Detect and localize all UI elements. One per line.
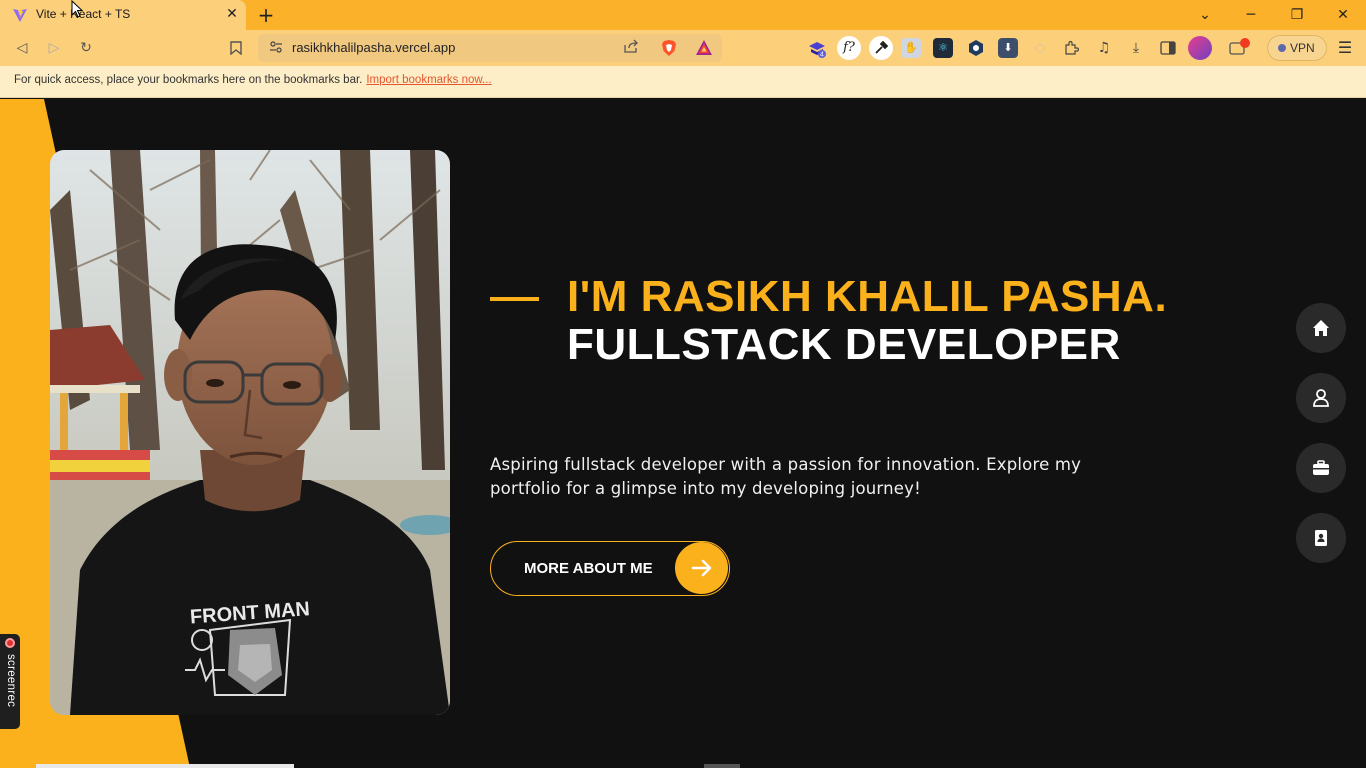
music-icon[interactable]: ♫	[1094, 38, 1114, 58]
vpn-label: VPN	[1290, 41, 1315, 55]
color-picker-icon[interactable]	[869, 36, 893, 60]
downloads-icon[interactable]: ⤓	[1126, 38, 1146, 58]
font-finder-icon[interactable]: f?	[837, 36, 861, 60]
extension-hexagon-icon[interactable]	[966, 38, 986, 58]
screenrec-label: screenrec	[5, 654, 17, 708]
profile-photo-illustration: FRONT MAN	[50, 150, 450, 715]
brave-rewards-icon[interactable]	[695, 39, 713, 57]
import-bookmarks-link[interactable]: Import bookmarks now...	[366, 74, 491, 86]
home-icon	[1313, 320, 1329, 336]
extension-stack-icon[interactable]: 4	[807, 38, 827, 59]
browser-toolbar: ◁ ▷ ↻ rasikhkhalilpasha.vercel.app 4 f? …	[0, 30, 1366, 66]
screenrec-widget[interactable]: screenrec	[0, 634, 20, 729]
extension-loader-icon[interactable]: ◌	[1030, 38, 1050, 58]
extension-badge-count: 4	[820, 52, 824, 59]
back-icon[interactable]: ◁	[11, 37, 33, 59]
arrow-right-icon	[675, 542, 728, 594]
share-icon[interactable]	[622, 39, 640, 57]
tab-bar: Vite + React + TS ✕ + ⌄ ─ ❐ ✕	[0, 0, 1366, 30]
hero-greeting: I'M RASIKH KHALIL PASHA.	[567, 272, 1168, 321]
extension-hand-icon[interactable]: ✋	[901, 38, 921, 58]
cta-label: MORE ABOUT ME	[524, 560, 653, 577]
bookmarks-hint: For quick access, place your bookmarks h…	[14, 74, 492, 86]
forward-icon[interactable]: ▷	[43, 37, 65, 59]
extensions-puzzle-icon[interactable]	[1061, 38, 1081, 58]
bookmark-icon[interactable]	[225, 37, 247, 59]
address-bar[interactable]: rasikhkhalilpasha.vercel.app	[258, 34, 722, 62]
side-nav-home[interactable]	[1296, 303, 1346, 353]
bookmarks-message: For quick access, place your bookmarks h…	[14, 74, 363, 86]
side-nav-portfolio[interactable]	[1296, 443, 1346, 493]
side-nav-about[interactable]	[1296, 373, 1346, 423]
wallet-notification-icon[interactable]	[1229, 38, 1250, 58]
browser-tab[interactable]: Vite + React + TS ✕	[0, 0, 246, 30]
side-nav-contact[interactable]	[1296, 513, 1346, 563]
briefcase-icon	[1313, 460, 1329, 475]
profile-avatar-icon[interactable]	[1188, 36, 1212, 60]
url-text: rasikhkhalilpasha.vercel.app	[292, 40, 456, 55]
record-icon	[5, 638, 15, 648]
site-settings-icon[interactable]	[268, 40, 284, 56]
close-window-icon[interactable]: ✕	[1331, 4, 1355, 26]
restore-icon[interactable]: ❐	[1285, 4, 1309, 26]
minimize-icon[interactable]: ─	[1239, 4, 1263, 26]
hero-description: Aspiring fullstack developer with a pass…	[490, 455, 1082, 498]
vite-favicon-icon	[13, 8, 27, 22]
contact-icon	[1315, 530, 1327, 546]
tab-title: Vite + React + TS	[36, 7, 131, 21]
tab-close-icon[interactable]: ✕	[224, 6, 240, 22]
tab-search-chevron-icon[interactable]: ⌄	[1193, 4, 1217, 26]
bookmarks-bar: For quick access, place your bookmarks h…	[0, 66, 1366, 98]
vpn-status-icon	[1278, 44, 1286, 52]
profile-photo: FRONT MAN	[50, 150, 450, 715]
new-tab-button[interactable]: +	[256, 4, 276, 26]
portfolio-page: FRONT MAN I'M RASIKH KHALIL PASHA. FULLS…	[0, 99, 1366, 768]
react-devtools-icon[interactable]: ⚛	[933, 38, 953, 58]
reload-icon[interactable]: ↻	[75, 37, 97, 59]
brave-shields-icon[interactable]	[661, 39, 677, 57]
more-about-me-button[interactable]: MORE ABOUT ME	[490, 541, 730, 596]
main-menu-icon[interactable]: ☰	[1334, 37, 1356, 59]
hero-role: FULLSTACK DEVELOPER	[567, 320, 1121, 369]
vpn-button[interactable]: VPN	[1267, 35, 1327, 61]
sidebar-toggle-icon[interactable]	[1158, 38, 1178, 58]
user-icon	[1313, 389, 1329, 407]
mouse-cursor-icon	[71, 0, 83, 18]
hero-heading: I'M RASIKH KHALIL PASHA. FULLSTACK DEVEL…	[567, 273, 1247, 369]
heading-accent-dash	[490, 297, 539, 301]
extension-download-box-icon[interactable]: ⬇	[998, 38, 1018, 58]
